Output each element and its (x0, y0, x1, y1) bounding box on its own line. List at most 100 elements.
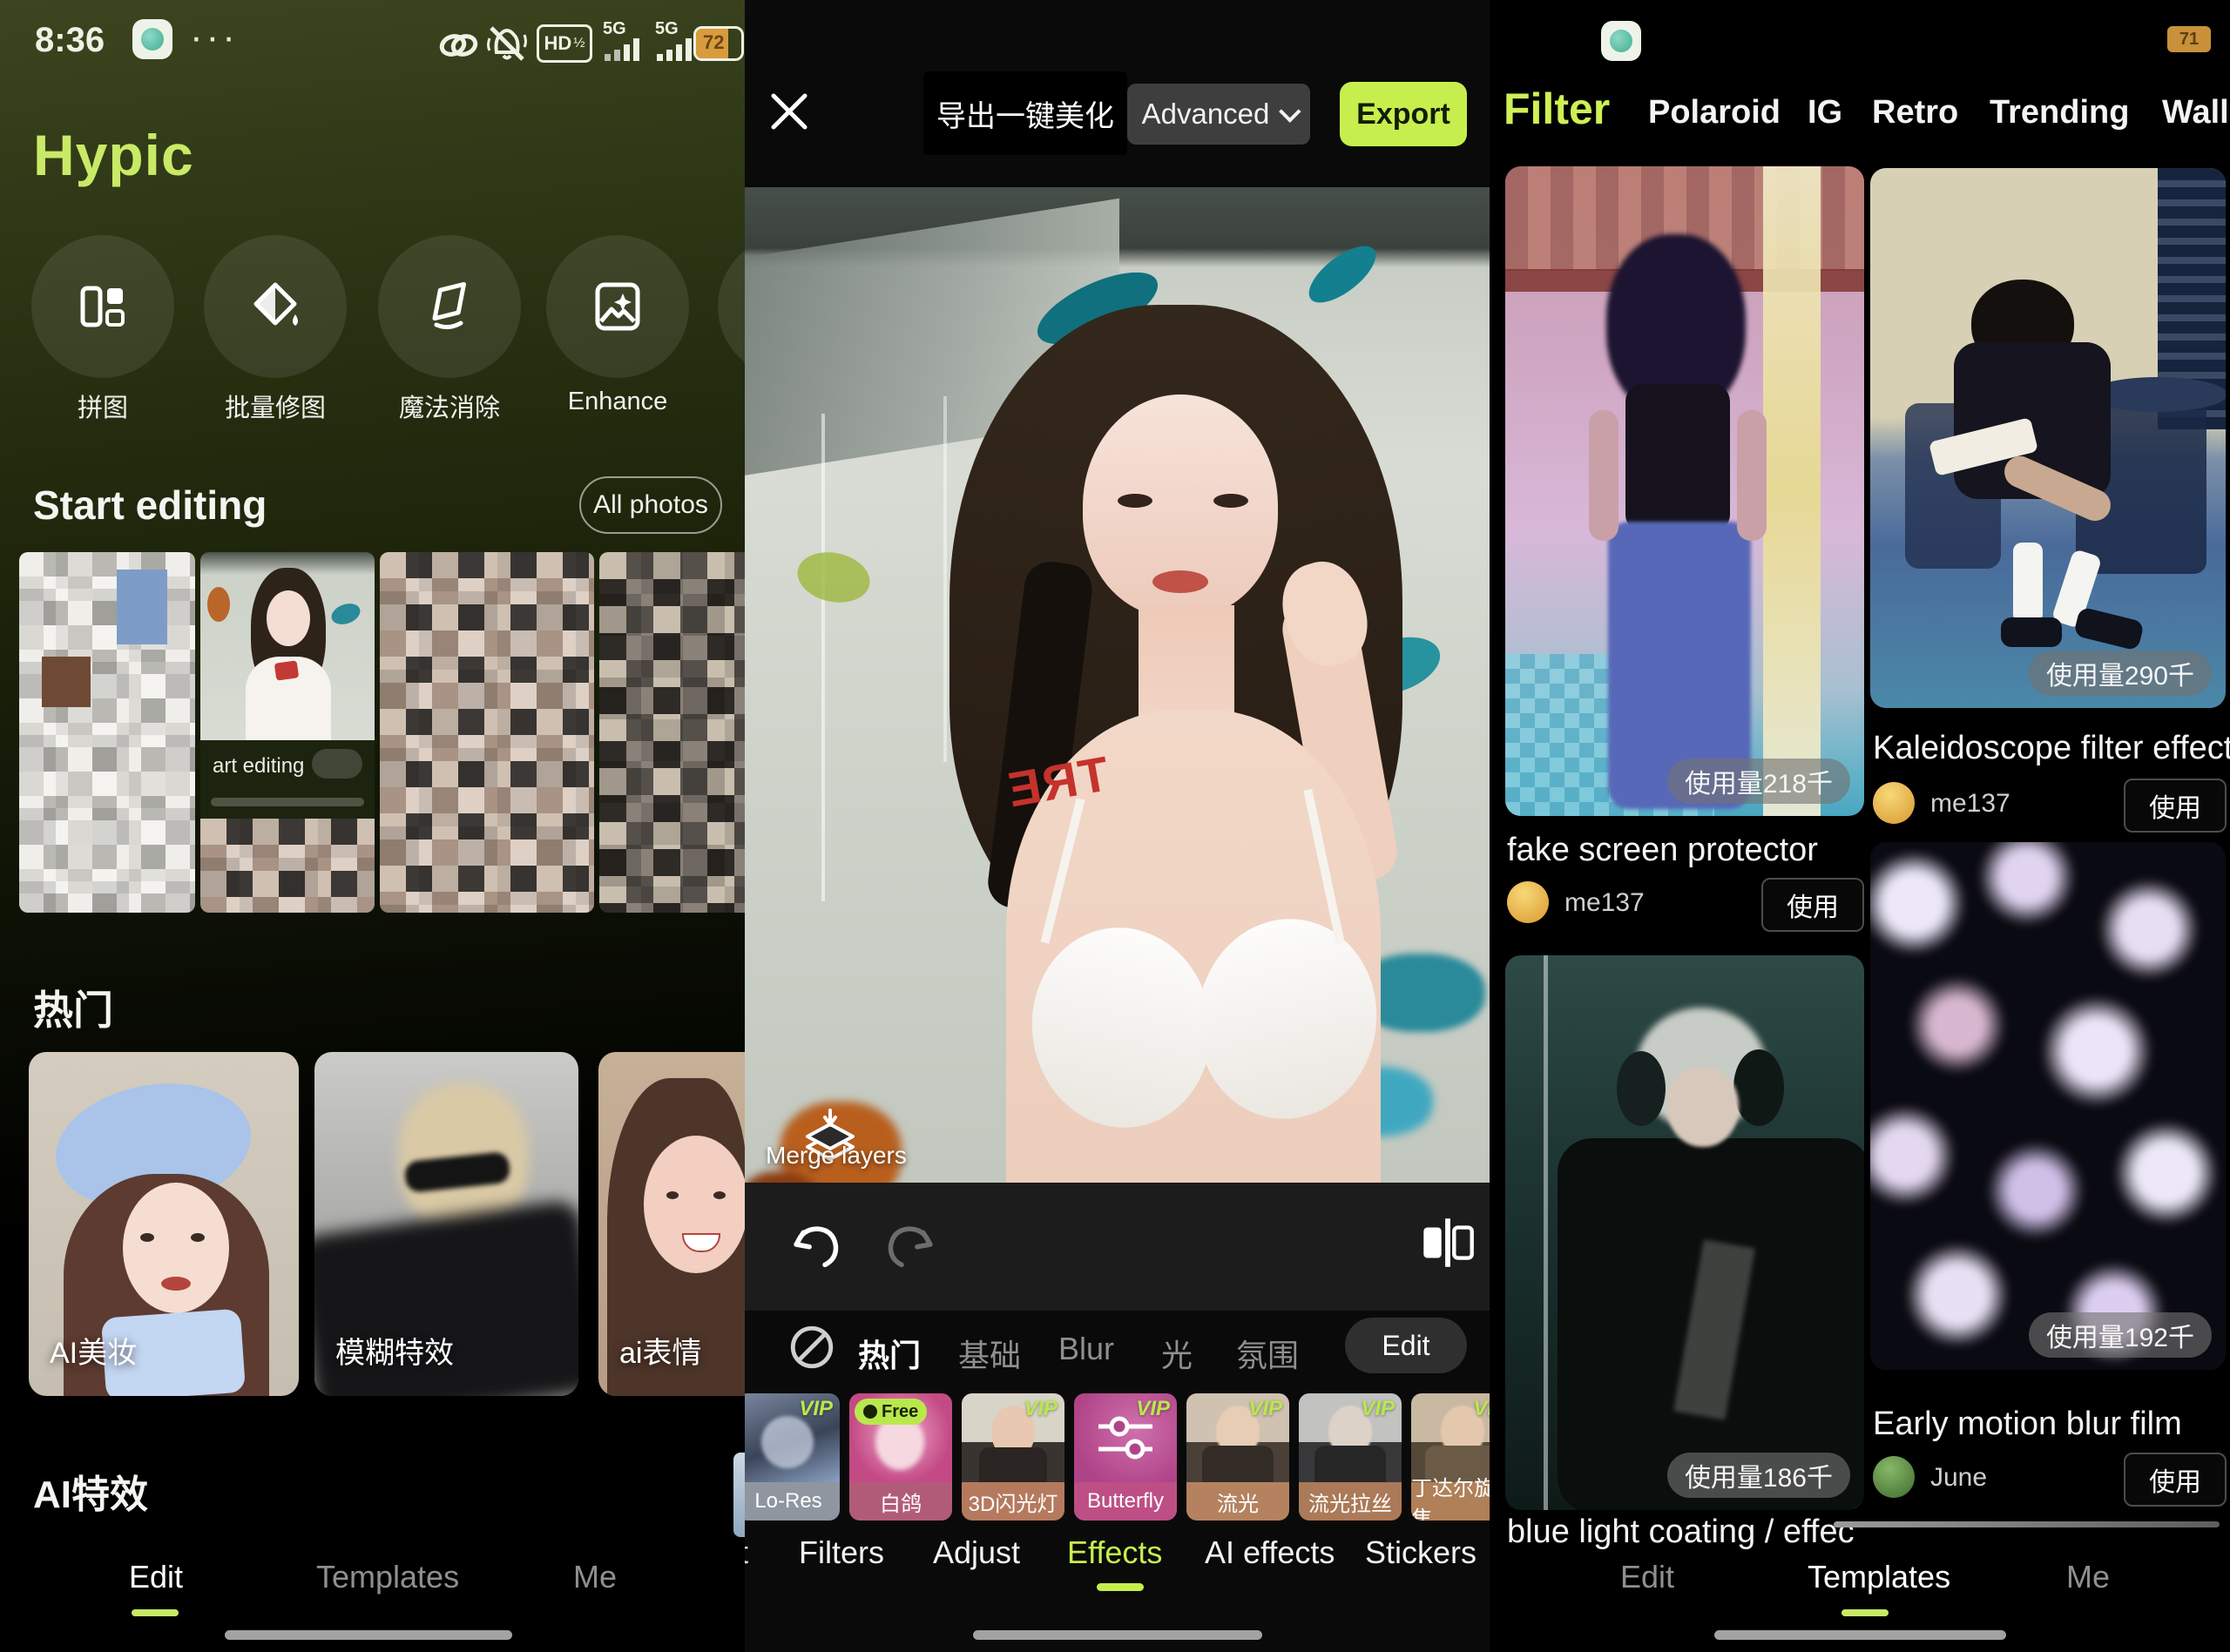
edit-pill-button[interactable]: Edit (1345, 1318, 1467, 1373)
author-avatar[interactable] (1873, 782, 1915, 824)
tab-polaroid[interactable]: Polaroid (1648, 94, 1781, 131)
effect-tab-blur[interactable]: Blur (1058, 1331, 1114, 1367)
nav-tab-filters[interactable]: Filters (799, 1534, 884, 1571)
nav-tab-adjust[interactable]: Adjust (933, 1534, 1020, 1571)
filter-thumb-baige[interactable]: Free 白鸽 (849, 1393, 952, 1521)
author-avatar[interactable] (1873, 1456, 1915, 1498)
photo-decor (1118, 494, 1152, 508)
export-beautify-pill[interactable]: 导出一键美化 (923, 71, 1127, 155)
filter-thumb-butterfly[interactable]: VIP Butterfly (1074, 1393, 1177, 1521)
tab-wallpaper-cut[interactable]: Wallp (2162, 94, 2230, 131)
usage-badge: 使用量290千 (2029, 651, 2212, 696)
vip-badge: VIP (1024, 1397, 1058, 1421)
vip-badge: VIP (1248, 1397, 1282, 1421)
export-button[interactable]: Export (1340, 82, 1467, 146)
nav-tab-ai-effects[interactable]: AI effects (1205, 1534, 1335, 1571)
no-effect-icon[interactable] (787, 1322, 837, 1372)
inset-pill (312, 749, 362, 779)
tab-filter[interactable]: Filter (1504, 84, 1610, 134)
filter-name: Lo-Res (745, 1482, 840, 1521)
link-icon (436, 28, 481, 63)
tab-trending[interactable]: Trending (1990, 94, 2129, 131)
feature-enhance-button[interactable] (546, 235, 689, 378)
template-title: Kaleidoscope filter effect (1873, 730, 2230, 767)
free-badge: Free (855, 1399, 927, 1425)
recent-photo-tile[interactable]: art editing (200, 552, 375, 913)
template-card-image[interactable]: 使用量290千 (1870, 168, 2226, 708)
filter-name: 流光拉丝 (1299, 1482, 1402, 1521)
feature-magic-eraser-button[interactable] (378, 235, 521, 378)
filter-thumb-liuguang[interactable]: VIP 流光 (1186, 1393, 1289, 1521)
nav-tab-templates[interactable]: Templates (316, 1559, 459, 1595)
all-photos-button[interactable]: All photos (579, 476, 722, 534)
filter-name: 3D闪光灯 (962, 1482, 1064, 1521)
panel-templates: 71 Filter Polaroid IG Retro Trending Wal… (1490, 0, 2230, 1652)
home-indicator[interactable] (973, 1630, 1262, 1640)
usage-badge: 使用量218千 (1667, 759, 1850, 804)
home-indicator[interactable] (1714, 1630, 2006, 1640)
effect-tab-light[interactable]: 光 (1161, 1331, 1193, 1376)
redo-icon[interactable] (882, 1216, 940, 1273)
compare-icon[interactable] (1417, 1212, 1478, 1273)
nav-tab-text-cut[interactable]: t (745, 1534, 748, 1571)
use-button[interactable]: 使用 (1761, 878, 1864, 932)
filter-name: 白鸽 (849, 1482, 952, 1521)
merge-layers-label[interactable]: Merge layers (766, 1142, 907, 1170)
hot-card-ai-expression[interactable]: ai表情 (598, 1052, 745, 1396)
use-button[interactable]: 使用 (2124, 779, 2227, 833)
photo-decor (943, 396, 947, 762)
hot-card-blur-effect[interactable]: 模糊特效 (314, 1052, 578, 1396)
undo-icon[interactable] (787, 1216, 844, 1273)
author-name: me137 (1564, 888, 1645, 918)
start-editing-title: Start editing (33, 482, 267, 529)
battery-icon: 71 (2167, 26, 2211, 52)
nav-tab-edit[interactable]: Edit (1620, 1559, 1674, 1595)
ai-effects-card-sliver[interactable] (733, 1453, 745, 1537)
nav-tab-edit[interactable]: Edit (129, 1559, 183, 1595)
nav-tab-me[interactable]: Me (2066, 1559, 2110, 1595)
nav-tab-effects[interactable]: Effects (1067, 1534, 1162, 1571)
feature-partial-button[interactable] (718, 235, 745, 378)
close-icon[interactable] (768, 91, 810, 132)
advanced-dropdown[interactable]: Advanced (1127, 84, 1310, 145)
recent-photo-tile[interactable] (19, 552, 195, 913)
hot-card-label: ai表情 (619, 1329, 701, 1372)
signal-icon-1: 5G (603, 23, 648, 61)
nav-tab-stickers[interactable]: Stickers (1365, 1534, 1477, 1571)
filter-name: 丁达尔旋焦 (1411, 1482, 1490, 1521)
mute-bell-icon (484, 23, 530, 64)
photo-decor (1152, 570, 1208, 593)
nav-tab-me[interactable]: Me (573, 1559, 617, 1595)
effect-tab-basic[interactable]: 基础 (958, 1331, 1021, 1376)
more-dots-icon: ··· (190, 16, 239, 59)
template-card-image[interactable]: 使用量192千 (1870, 842, 2226, 1370)
feature-collage-button[interactable] (31, 235, 174, 378)
paint-bucket-icon (245, 276, 306, 337)
editor-photo-canvas[interactable]: TRE Merge layers (745, 187, 1490, 1183)
filter-thumb-tyndall[interactable]: VIP 丁达尔旋焦 (1411, 1393, 1490, 1521)
screen: 8:36 ··· HD½ 5G 5G (0, 0, 2230, 1652)
tab-ig[interactable]: IG (1808, 94, 1842, 131)
recent-photo-tile[interactable] (599, 552, 745, 913)
feature-batch-edit-button[interactable] (204, 235, 347, 378)
template-card-image[interactable]: 使用量186千 (1505, 955, 1864, 1510)
filter-thumb-liuguanglasi[interactable]: VIP 流光拉丝 (1299, 1393, 1402, 1521)
recent-photo-tile[interactable] (380, 552, 594, 913)
use-button[interactable]: 使用 (2124, 1453, 2227, 1507)
template-card-image[interactable]: 使用量218千 (1505, 166, 1864, 816)
chevron-down-icon (1279, 100, 1301, 122)
panel-hypic-home: 8:36 ··· HD½ 5G 5G (0, 0, 745, 1652)
tab-retro[interactable]: Retro (1872, 94, 1958, 131)
hd-label: HD (544, 32, 571, 55)
effect-tab-ambience[interactable]: 氛围 (1236, 1331, 1299, 1376)
photo-decor (1300, 236, 1384, 313)
signal-label-1: 5G (603, 19, 626, 39)
filter-thumb-lores[interactable]: VIP Lo-Res (745, 1393, 840, 1521)
nav-tab-templates[interactable]: Templates (1808, 1559, 1950, 1595)
effect-tab-hot[interactable]: 热门 (858, 1331, 921, 1376)
hot-card-ai-makeup[interactable]: AI美妆 (29, 1052, 299, 1396)
home-indicator[interactable] (225, 1630, 512, 1640)
filter-thumb-3dflash[interactable]: VIP 3D闪光灯 (962, 1393, 1064, 1521)
usage-badge: 使用量192千 (2029, 1312, 2212, 1358)
author-avatar[interactable] (1507, 881, 1549, 923)
